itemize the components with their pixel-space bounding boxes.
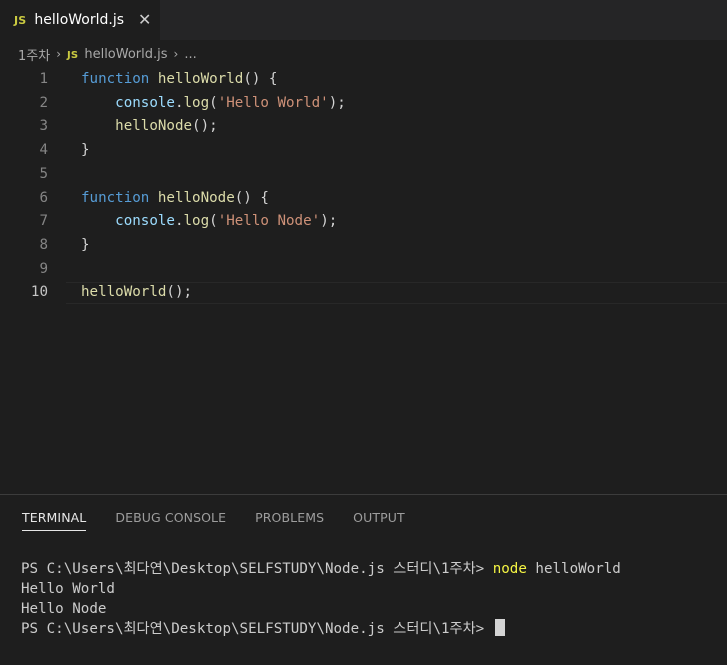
code-line[interactable]: 3 helloNode();: [0, 115, 727, 139]
line-number: 3: [39, 118, 48, 135]
code-token: 'Hello World': [217, 94, 329, 111]
code-token: log: [183, 94, 210, 111]
tab-problems[interactable]: PROBLEMS: [255, 510, 324, 531]
code-line[interactable]: 6 function helloNode() {: [0, 187, 727, 211]
line-number: 6: [39, 189, 48, 206]
terminal-panel: TERMINAL DEBUG CONSOLE PROBLEMS OUTPUT PS C…: [0, 494, 727, 665]
terminal-prompt: PS C:\Users\최다연\Desktop\SELFSTUDY\Node.j…: [21, 621, 493, 637]
breadcrumb: 1주차 › JS helloWorld.js › ...: [0, 40, 727, 68]
code-token: (: [209, 213, 218, 230]
code-text: helloWorld();: [81, 281, 192, 305]
code-token: () {: [234, 189, 269, 206]
breadcrumb-folder[interactable]: 1주차: [18, 45, 50, 64]
chevron-right-icon: ›: [56, 47, 62, 61]
close-icon[interactable]: ✕: [138, 12, 151, 28]
code-token: ();: [166, 284, 193, 301]
line-number: 9: [39, 260, 48, 277]
javascript-file-icon: JS: [14, 13, 27, 27]
panel-tabs: TERMINAL DEBUG CONSOLE PROBLEMS OUTPUT: [22, 510, 434, 531]
code-text: helloNode();: [81, 115, 218, 139]
tab-output[interactable]: OUTPUT: [353, 510, 405, 531]
code-token: console: [115, 213, 175, 230]
terminal-output-line: Hello World: [21, 581, 115, 597]
code-text: function helloNode() {: [81, 187, 269, 211]
line-number: 2: [39, 94, 48, 111]
code-token: ();: [192, 118, 218, 135]
line-number: 8: [39, 236, 48, 253]
terminal-command: node: [492, 561, 527, 577]
terminal-output-line: Hello Node: [21, 601, 107, 617]
code-line[interactable]: 7 console.log('Hello Node');: [0, 210, 727, 234]
code-editor[interactable]: 1 function helloWorld() {2 console.log('H…: [0, 68, 727, 494]
line-number: 10: [30, 284, 48, 301]
code-text: console.log('Hello Node');: [81, 210, 337, 234]
code-token: (: [209, 94, 218, 111]
tab-debug-console[interactable]: DEBUG CONSOLE: [115, 510, 226, 531]
code-text: }: [81, 234, 90, 258]
code-text: }: [81, 139, 90, 163]
tab-terminal[interactable]: TERMINAL: [22, 510, 87, 531]
code-token: helloNode: [157, 189, 235, 206]
code-token: .: [174, 94, 184, 111]
code-line[interactable]: 10 helloWorld();: [0, 281, 727, 305]
terminal-cursor: [494, 619, 505, 636]
code-token: log: [183, 213, 210, 230]
code-token: function: [81, 71, 150, 87]
tab-helloworld-js[interactable]: JS helloWorld.js ✕: [0, 0, 160, 40]
javascript-file-icon: JS: [67, 49, 79, 61]
terminal-output[interactable]: PS C:\Users\최다연\Desktop\SELFSTUDY\Node.j…: [21, 559, 621, 639]
code-token: () {: [243, 71, 278, 87]
line-number: 4: [39, 142, 48, 159]
code-token: function: [81, 189, 150, 206]
code-token: 'Hello Node': [217, 213, 321, 230]
chevron-right-icon: ›: [173, 47, 179, 61]
code-line[interactable]: 2 console.log('Hello World');: [0, 92, 727, 116]
breadcrumb-file[interactable]: JS helloWorld.js: [67, 47, 168, 62]
code-line[interactable]: 8}: [0, 234, 727, 258]
line-number: 5: [39, 165, 48, 182]
code-line[interactable]: 9: [0, 258, 727, 282]
breadcrumb-file-label: helloWorld.js: [84, 46, 168, 62]
tab-title: helloWorld.js: [34, 12, 125, 28]
line-number: 7: [39, 213, 48, 230]
code-token: }: [81, 142, 90, 159]
code-token: helloWorld: [81, 284, 167, 301]
breadcrumb-symbols[interactable]: ...: [184, 47, 196, 62]
code-token: console: [115, 94, 175, 111]
code-token: }: [81, 236, 90, 253]
code-line[interactable]: 1 function helloWorld() {: [0, 68, 727, 92]
code-token: .: [174, 213, 184, 230]
code-line[interactable]: 5: [0, 163, 727, 187]
code-text: function helloWorld() {: [81, 68, 277, 92]
terminal-prompt: PS C:\Users\최다연\Desktop\SELFSTUDY\Node.j…: [21, 561, 493, 577]
code-token: );: [328, 94, 346, 111]
terminal-command-arg: helloWorld: [526, 561, 621, 577]
code-token: helloNode: [115, 118, 193, 135]
code-text: console.log('Hello World');: [81, 92, 346, 116]
code-token: );: [320, 213, 338, 230]
code-token: helloWorld: [157, 71, 244, 87]
line-number: 1: [39, 71, 48, 87]
editor-tab-bar: JS helloWorld.js ✕: [0, 0, 727, 40]
code-line[interactable]: 4}: [0, 139, 727, 163]
